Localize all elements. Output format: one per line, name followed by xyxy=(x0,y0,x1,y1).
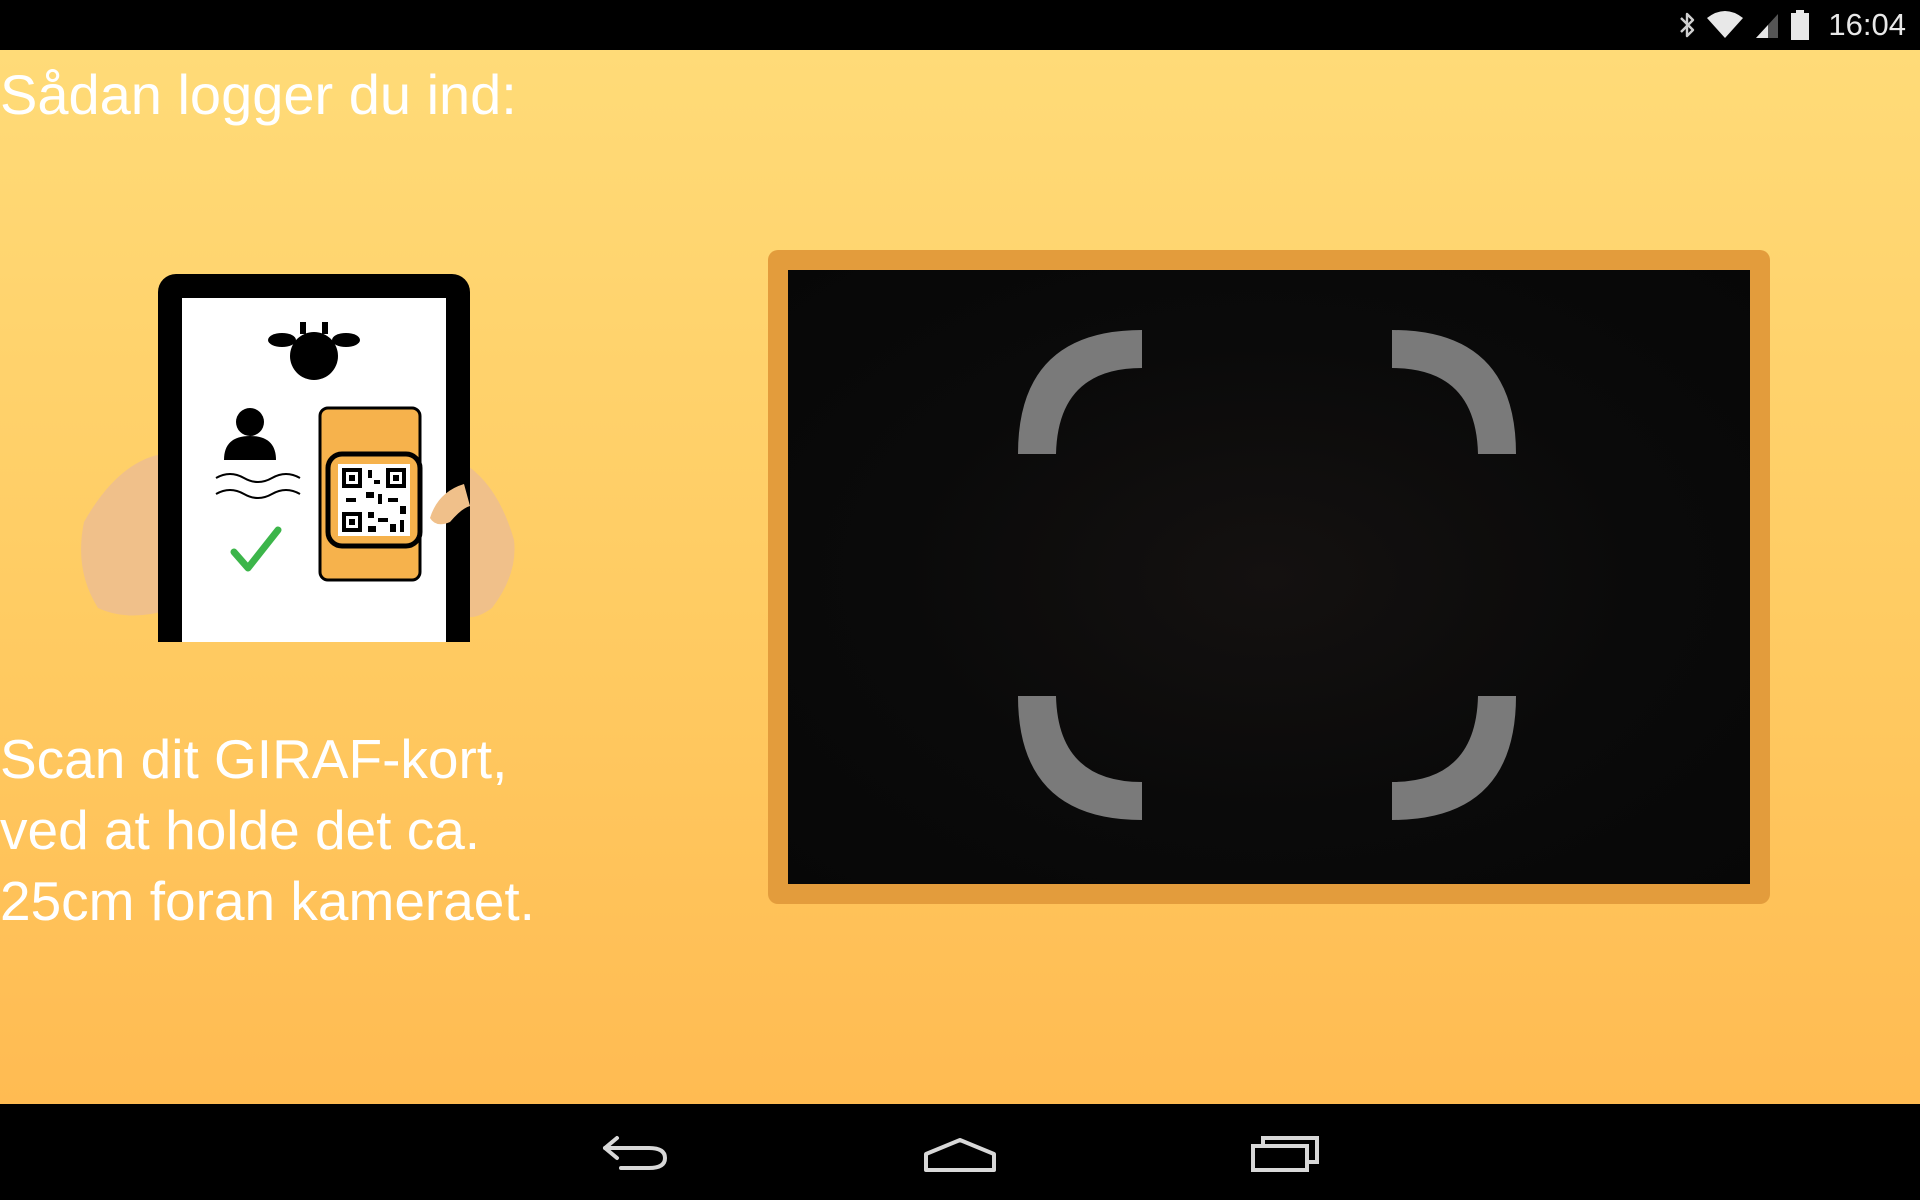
camera-preview-frame xyxy=(768,250,1770,904)
recent-apps-icon xyxy=(1251,1136,1319,1172)
back-arrow-icon xyxy=(603,1136,668,1170)
qr-code-icon xyxy=(338,464,410,536)
status-icons: 16:04 xyxy=(1678,0,1906,50)
bluetooth-icon xyxy=(1678,10,1696,40)
scan-instructions: Scan dit GIRAF-kort, ved at holde det ca… xyxy=(0,724,535,937)
instruction-line: Scan dit GIRAF-kort, xyxy=(0,728,508,790)
recent-apps-button[interactable] xyxy=(1230,1118,1340,1186)
instruction-line: 25cm foran kameraet. xyxy=(0,870,535,932)
status-bar: 16:04 xyxy=(0,0,1920,50)
login-screen: Sådan logger du ind: Scan dit GIRAF-kort… xyxy=(0,50,1920,1104)
wifi-icon xyxy=(1706,10,1744,40)
back-button[interactable] xyxy=(580,1118,690,1186)
home-icon xyxy=(924,1138,996,1172)
cell-signal-icon xyxy=(1754,10,1780,40)
home-button[interactable] xyxy=(905,1118,1015,1186)
status-clock: 16:04 xyxy=(1828,7,1906,42)
scan-corner-bottom-right xyxy=(1392,696,1516,820)
camera-preview[interactable] xyxy=(788,270,1750,884)
scan-corner-top-right xyxy=(1392,330,1516,454)
scan-corner-bottom-left xyxy=(1018,696,1142,820)
navigation-bar xyxy=(0,1104,1920,1200)
scan-instruction-illustration xyxy=(78,222,528,688)
instruction-line: ved at holde det ca. xyxy=(0,799,481,861)
tablet-scan-illustration xyxy=(81,274,515,688)
scan-corner-top-left xyxy=(1018,330,1142,454)
page-title: Sådan logger du ind: xyxy=(0,63,517,126)
battery-icon xyxy=(1790,9,1810,41)
